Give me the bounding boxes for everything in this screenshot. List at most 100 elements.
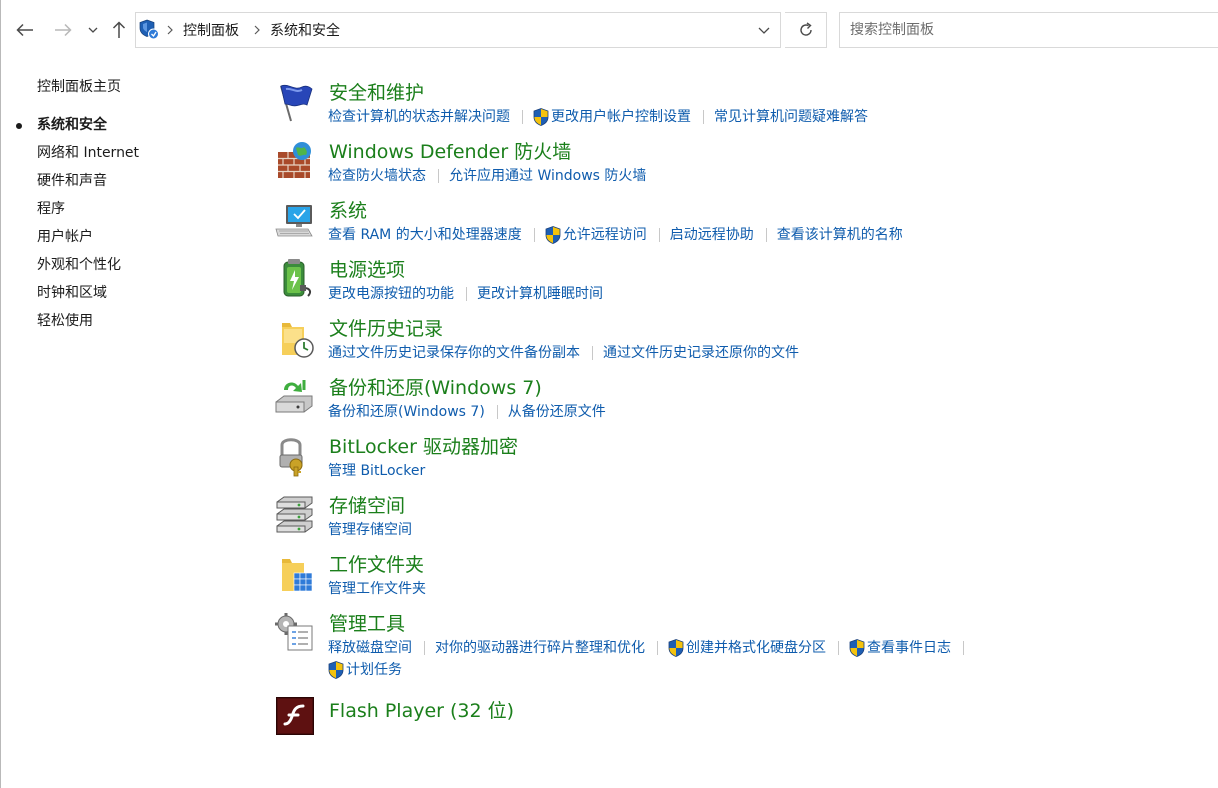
breadcrumb-system-security[interactable]: 系统和安全 bbox=[270, 22, 340, 40]
sidebar-item-hardware-sound[interactable]: 硬件和声音 bbox=[0, 172, 250, 200]
link-divider bbox=[466, 287, 467, 301]
category-nav-list: 系统和安全 网络和 Internet 硬件和声音 程序 用户帐户 外观和个性化 … bbox=[0, 116, 250, 340]
link-power-button-function[interactable]: 更改电源按钮的功能 bbox=[328, 284, 454, 304]
security-shield-icon bbox=[139, 19, 159, 40]
uac-shield-icon bbox=[849, 639, 865, 657]
category-links-second-row: 计划任务 bbox=[328, 660, 402, 680]
backup-restore-icon bbox=[275, 380, 313, 413]
link-divider bbox=[658, 228, 660, 242]
sidebar-item-network-internet[interactable]: 网络和 Internet bbox=[0, 144, 250, 172]
address-history-button[interactable] bbox=[751, 13, 777, 47]
sidebar-item-programs[interactable]: 程序 bbox=[0, 200, 250, 228]
link-divider bbox=[657, 641, 658, 655]
link-troubleshoot-problems[interactable]: 常见计算机问题疑难解答 bbox=[714, 107, 868, 127]
uac-shield-icon bbox=[545, 226, 561, 244]
current-item-bullet bbox=[16, 123, 22, 129]
link-manage-bitlocker[interactable]: 管理 BitLocker bbox=[328, 461, 425, 481]
sidebar-item-clock-region[interactable]: 时钟和区域 bbox=[0, 284, 250, 312]
link-view-computer-name[interactable]: 查看该计算机的名称 bbox=[777, 225, 903, 245]
sidebar-item-user-accounts[interactable]: 用户帐户 bbox=[0, 228, 250, 256]
link-create-format-partitions[interactable]: 创建并格式化硬盘分区 bbox=[686, 638, 826, 658]
category-title-flash-player[interactable]: Flash Player (32 位) bbox=[329, 699, 514, 723]
up-arrow-icon bbox=[112, 21, 126, 38]
link-view-event-logs[interactable]: 查看事件日志 bbox=[867, 638, 951, 658]
sidebar-item-system-security[interactable]: 系统和安全 bbox=[0, 116, 250, 144]
breadcrumb-separator-icon bbox=[167, 25, 173, 35]
recent-locations-button[interactable] bbox=[86, 17, 100, 43]
back-arrow-icon bbox=[16, 23, 33, 37]
storage-spaces-icon bbox=[276, 496, 313, 533]
link-change-uac-settings[interactable]: 更改用户帐户控制设置 bbox=[551, 107, 691, 127]
link-defragment-drives[interactable]: 对你的驱动器进行碎片整理和优化 bbox=[435, 638, 645, 658]
refresh-icon bbox=[799, 22, 812, 36]
uac-shield-icon bbox=[668, 639, 684, 657]
chevron-down-icon bbox=[88, 27, 98, 33]
up-button[interactable] bbox=[110, 17, 128, 43]
link-schedule-tasks[interactable]: 计划任务 bbox=[346, 660, 402, 680]
category-title-power-options[interactable]: 电源选项 bbox=[329, 258, 405, 282]
link-divider bbox=[703, 110, 704, 124]
sidebar-item-label: 程序 bbox=[37, 201, 65, 217]
sidebar-item-appearance[interactable]: 外观和个性化 bbox=[0, 256, 250, 284]
navigation-bar: 控制面板 系统和安全 bbox=[0, 0, 1218, 60]
back-button[interactable] bbox=[14, 17, 36, 43]
power-battery-icon bbox=[283, 259, 312, 297]
search-input[interactable] bbox=[839, 12, 1218, 48]
category-title-backup-restore[interactable]: 备份和还原(Windows 7) bbox=[329, 376, 542, 400]
link-backup-restore-win7[interactable]: 备份和还原(Windows 7) bbox=[328, 402, 485, 422]
category-title-bitlocker[interactable]: BitLocker 驱动器加密 bbox=[329, 435, 518, 459]
link-restore-from-backup[interactable]: 从备份还原文件 bbox=[508, 402, 606, 422]
category-links: 检查防火墙状态 允许应用通过 Windows 防火墙 bbox=[328, 166, 646, 186]
link-manage-storage-spaces[interactable]: 管理存储空间 bbox=[328, 520, 412, 540]
link-divider bbox=[496, 405, 498, 419]
bitlocker-key-icon bbox=[279, 438, 303, 477]
link-save-backup-copies[interactable]: 通过文件历史记录保存你的文件备份副本 bbox=[328, 343, 580, 363]
forward-arrow-icon bbox=[55, 23, 72, 37]
category-title-system[interactable]: 系统 bbox=[329, 199, 367, 223]
category-links: 更改电源按钮的功能 更改计算机睡眠时间 bbox=[328, 284, 603, 304]
link-divider bbox=[522, 110, 523, 124]
sidebar-item-label: 系统和安全 bbox=[37, 117, 107, 133]
computer-icon bbox=[275, 205, 313, 237]
link-check-computer-status[interactable]: 检查计算机的状态并解决问题 bbox=[328, 107, 510, 127]
category-title-file-history[interactable]: 文件历史记录 bbox=[329, 317, 443, 341]
link-allow-app-through-firewall[interactable]: 允许应用通过 Windows 防火墙 bbox=[449, 166, 646, 186]
sidebar-item-label: 外观和个性化 bbox=[37, 257, 121, 273]
link-check-firewall-status[interactable]: 检查防火墙状态 bbox=[328, 166, 426, 186]
sidebar-item-ease-of-access[interactable]: 轻松使用 bbox=[0, 312, 250, 340]
address-bar[interactable]: 控制面板 系统和安全 bbox=[135, 12, 781, 48]
category-links: 释放磁盘空间 对你的驱动器进行碎片整理和优化 创建并格式化硬盘分区 查看事件日志 bbox=[328, 638, 974, 658]
link-computer-sleep-time[interactable]: 更改计算机睡眠时间 bbox=[477, 284, 603, 304]
category-links: 管理 BitLocker bbox=[328, 461, 425, 481]
uac-shield-icon bbox=[328, 661, 344, 679]
category-links: 备份和还原(Windows 7) 从备份还原文件 bbox=[328, 402, 606, 422]
link-launch-remote-assistance[interactable]: 启动远程协助 bbox=[670, 225, 754, 245]
category-links: 通过文件历史记录保存你的文件备份副本 通过文件历史记录还原你的文件 bbox=[328, 343, 799, 363]
link-allow-remote-access[interactable]: 允许远程访问 bbox=[563, 225, 647, 245]
category-title-storage-spaces[interactable]: 存储空间 bbox=[329, 494, 405, 518]
category-title-firewall[interactable]: Windows Defender 防火墙 bbox=[329, 140, 571, 164]
category-links: 管理工作文件夹 bbox=[328, 579, 426, 599]
category-title-work-folders[interactable]: 工作文件夹 bbox=[329, 553, 424, 577]
link-view-ram-processor[interactable]: 查看 RAM 的大小和处理器速度 bbox=[328, 225, 522, 245]
category-links: 检查计算机的状态并解决问题 更改用户帐户控制设置 常见计算机问题疑难解答 bbox=[328, 107, 868, 127]
flash-player-icon bbox=[276, 697, 314, 735]
breadcrumb-control-panel[interactable]: 控制面板 bbox=[183, 22, 239, 40]
link-manage-work-folders[interactable]: 管理工作文件夹 bbox=[328, 579, 426, 599]
link-divider bbox=[424, 641, 425, 655]
category-title-security-maintenance[interactable]: 安全和维护 bbox=[329, 81, 424, 105]
link-divider bbox=[533, 228, 535, 242]
sidebar-item-label: 网络和 Internet bbox=[37, 145, 140, 161]
link-restore-files-history[interactable]: 通过文件历史记录还原你的文件 bbox=[603, 343, 799, 363]
control-panel-home-link[interactable]: 控制面板主页 bbox=[37, 76, 121, 96]
link-divider bbox=[765, 228, 767, 242]
admin-tools-icon bbox=[275, 613, 313, 651]
link-divider bbox=[592, 346, 593, 360]
forward-button[interactable] bbox=[52, 17, 74, 43]
category-title-admin-tools[interactable]: 管理工具 bbox=[329, 612, 405, 636]
sidebar-item-label: 时钟和区域 bbox=[37, 285, 107, 301]
sidebar-item-label: 硬件和声音 bbox=[37, 173, 107, 189]
link-free-disk-space[interactable]: 释放磁盘空间 bbox=[328, 638, 412, 658]
refresh-button[interactable] bbox=[785, 12, 827, 48]
category-links: 管理存储空间 bbox=[328, 520, 412, 540]
